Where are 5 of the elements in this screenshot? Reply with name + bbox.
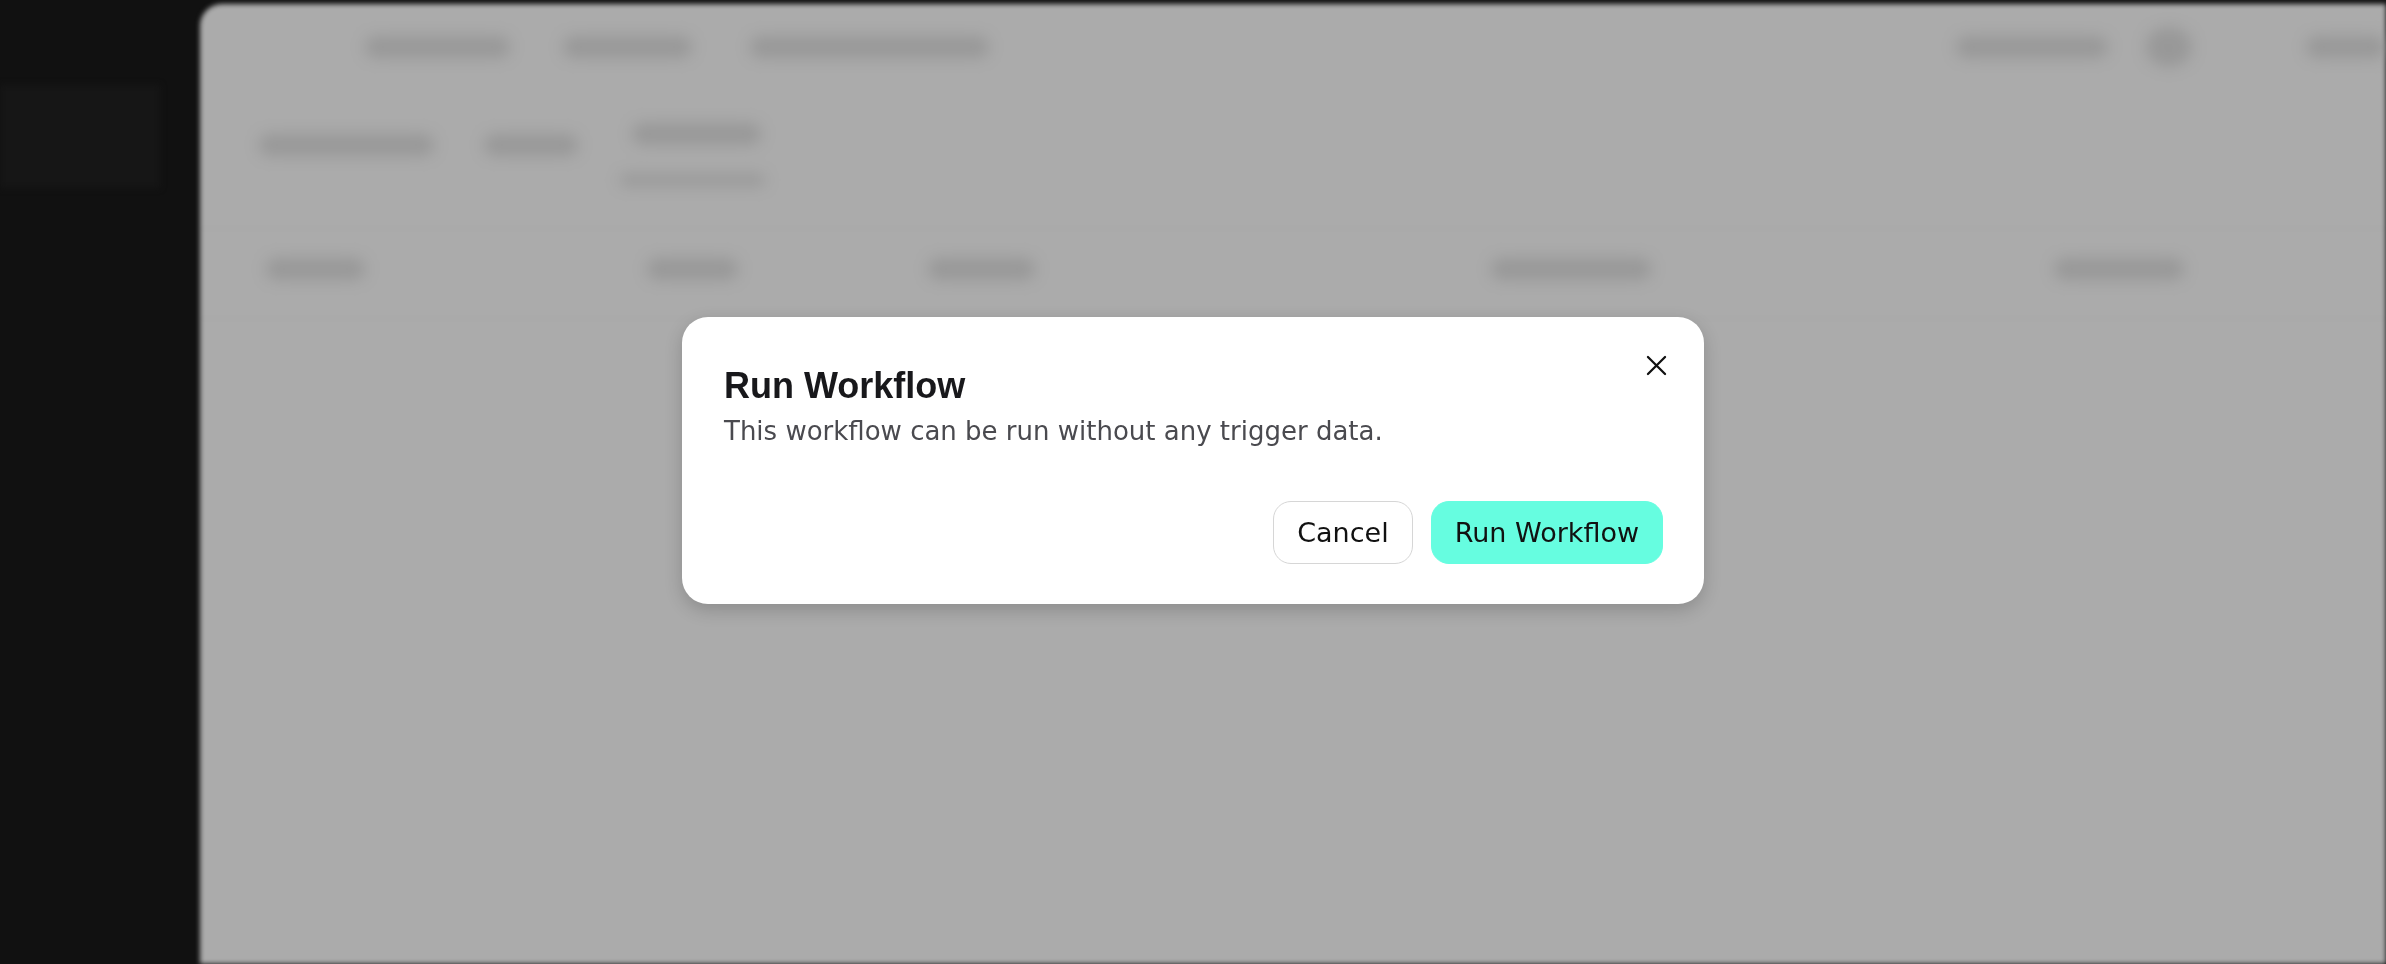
run-workflow-button[interactable]: Run Workflow [1430, 501, 1663, 564]
close-icon [1646, 355, 1666, 375]
cancel-button[interactable]: Cancel [1273, 501, 1413, 564]
dialog-message: This workflow can be run without any trigger data. [724, 415, 1384, 448]
dialog-title: Run Workflow [724, 364, 967, 408]
